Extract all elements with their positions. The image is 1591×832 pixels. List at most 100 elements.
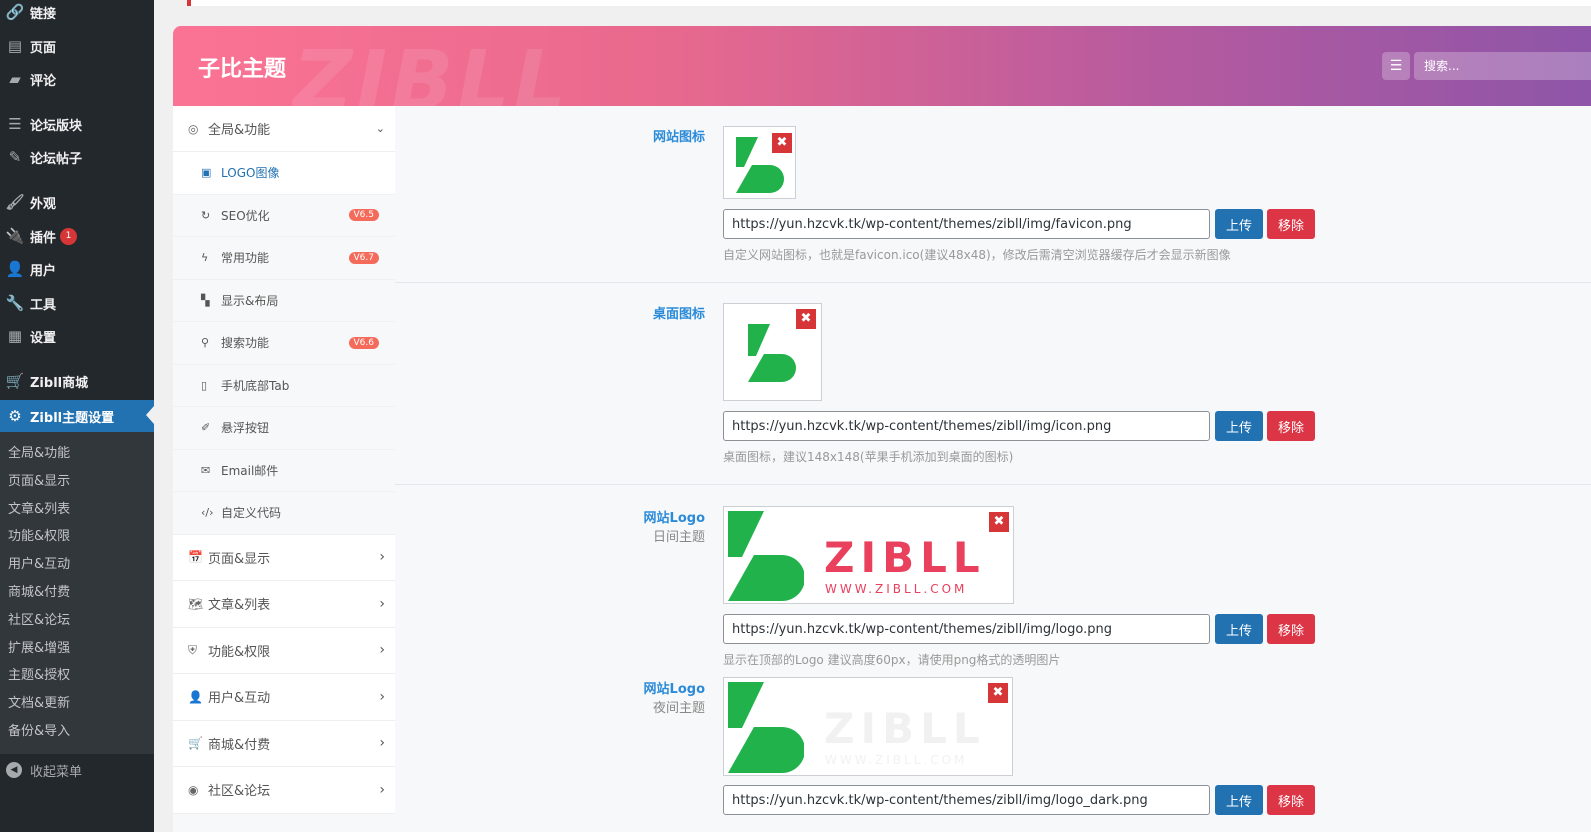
logo-day-upload-button[interactable]: 上传 [1215, 614, 1263, 644]
submenu-item[interactable]: 功能&权限 [0, 523, 154, 551]
submenu-item[interactable]: 主题&授权 [0, 662, 154, 690]
icon-upload-button[interactable]: 上传 [1215, 411, 1263, 441]
logo-day-field-title: 网站Logo [643, 511, 705, 526]
link-icon: 🔗 [5, 3, 25, 21]
nav-sub-label: 自定义代码 [221, 506, 282, 521]
field-divider [395, 282, 1591, 283]
expand-all-button[interactable]: ☰ [1382, 52, 1410, 80]
version-badge: V6.5 [348, 209, 379, 222]
nav-section-item[interactable]: 🗺 文章&列表 › [173, 581, 395, 628]
logo-day-remove-button[interactable]: 移除 [1267, 614, 1315, 644]
compass-icon: ◉ [188, 782, 199, 797]
submenu-item[interactable]: 备份&导入 [0, 718, 154, 746]
logo-night-remove-button[interactable]: 移除 [1267, 785, 1315, 815]
menu-pages[interactable]: ▤ 页面 [0, 31, 154, 61]
menu-forum-boards[interactable]: ☰ 论坛版块 [0, 109, 154, 139]
menu-theme-settings[interactable]: ⚙ Zibll主题设置 [0, 400, 154, 432]
seo-icon: ↻ [201, 208, 211, 222]
favicon-preview: ✖ [723, 126, 796, 199]
code-icon: ‹/› [201, 506, 214, 520]
nav-sub-item[interactable]: ▚ 显示&布局 [173, 279, 395, 322]
version-badge: V6.6 [348, 336, 379, 349]
nav-sub-item[interactable]: ▯ 手机底部Tab [173, 364, 395, 407]
favicon-remove-button[interactable]: 移除 [1267, 209, 1315, 239]
header-watermark: ZIBLL [293, 34, 570, 106]
nav-sub-label: LOGO图像 [221, 166, 280, 181]
menu-links[interactable]: 🔗 链接 [0, 0, 154, 27]
chevron-right-icon: › [379, 595, 385, 612]
collapse-arrow-icon: ◀ [6, 762, 22, 778]
logo-day-url-input[interactable] [723, 614, 1210, 644]
submenu-item[interactable]: 商城&付费 [0, 579, 154, 607]
icon-remove-button[interactable]: 移除 [1267, 411, 1315, 441]
nav-section-item[interactable]: 👤 用户&互动 › [173, 674, 395, 721]
nav-sub-item[interactable]: ✉ Email邮件 [173, 449, 395, 492]
nav-section-label: 页面&显示 [208, 551, 271, 567]
nav-section-item[interactable]: 📅 页面&显示 › [173, 534, 395, 581]
menu-shop[interactable]: 🛒 Zibll商城 [0, 366, 154, 396]
favicon-remove-icon[interactable]: ✖ [772, 133, 792, 153]
chevron-right-icon: › [379, 735, 385, 752]
menu-settings[interactable]: ▦ 设置 [0, 321, 154, 351]
forum-icon: ✎ [8, 148, 22, 166]
submenu-item[interactable]: 扩展&增强 [0, 635, 154, 663]
bolt-icon: ϟ [201, 251, 209, 265]
nav-section-label: 社区&论坛 [208, 784, 271, 800]
gear-icon: ⚙ [8, 407, 22, 425]
options-search-input[interactable] [1414, 52, 1591, 80]
logo-day-remove-icon[interactable]: ✖ [989, 512, 1009, 532]
favicon-upload-button[interactable]: 上传 [1215, 209, 1263, 239]
submenu-item[interactable]: 用户&互动 [0, 551, 154, 579]
nav-sub-item[interactable]: ▣ LOGO图像 [173, 152, 395, 195]
nav-sub-item[interactable]: ‹/› 自定义代码 [173, 492, 395, 535]
menu-users[interactable]: 👤 用户 [0, 254, 154, 284]
options-panel-header: ZIBLL 子比主题 ☰ [173, 26, 1591, 106]
nav-section-global[interactable]: ◎ 全局&功能 ⌄ [173, 106, 395, 152]
logo-domain: WWW.ZIBLL.COM [825, 753, 968, 767]
logo-night-upload-button[interactable]: 上传 [1215, 785, 1263, 815]
icon-remove-icon[interactable]: ✖ [796, 309, 816, 329]
nav-section-label: 商城&付费 [208, 737, 271, 753]
chevron-right-icon: › [379, 549, 385, 566]
menu-plugins[interactable]: 🔌 插件 1 [0, 221, 154, 251]
nav-sub-item[interactable]: ϟ 常用功能 V6.7 [173, 237, 395, 280]
cart-icon: 🛒 [188, 736, 203, 751]
plugin-icon: 🔌 [5, 227, 25, 245]
nav-section-item[interactable]: ⛨ 功能&权限 › [173, 627, 395, 674]
nav-section-item[interactable]: 🛒 商城&付费 › [173, 720, 395, 767]
theme-settings-submenu: 全局&功能 页面&显示 文章&列表 功能&权限 用户&互动 商城&付费 社区&论坛 扩展&增强… [0, 432, 154, 754]
logo-night-field-title: 网站Logo [643, 682, 705, 697]
zibll-b-logo-icon [728, 511, 804, 601]
submenu-item[interactable]: 文章&列表 [0, 496, 154, 524]
logo-night-url-input[interactable] [723, 785, 1210, 815]
chevron-right-icon: › [379, 642, 385, 659]
nav-section-item[interactable]: ◉ 社区&论坛 › [173, 767, 395, 814]
submenu-item[interactable]: 页面&显示 [0, 468, 154, 496]
logo-night-remove-icon[interactable]: ✖ [988, 683, 1008, 703]
submenu-item[interactable]: 文档&更新 [0, 690, 154, 718]
submenu-item[interactable]: 全局&功能 [0, 440, 154, 468]
menu-appearance[interactable]: 🖌 外观 [0, 187, 154, 217]
logo-day-field-subtitle: 日间主题 [652, 530, 705, 545]
menu-tools[interactable]: 🔧 工具 [0, 288, 154, 318]
nav-sub-label: 常用功能 [221, 251, 270, 266]
logo-wordmark: ZIBLL [824, 704, 986, 753]
logo-day-help-text: 显示在顶部的Logo 建议高度60px，请使用png格式的透明图片 [723, 653, 1061, 667]
version-badge: V6.7 [348, 251, 379, 264]
nav-sub-item[interactable]: ⚲ 搜索功能 V6.6 [173, 322, 395, 365]
admin-notice-strip [187, 0, 1591, 6]
favicon-url-input[interactable] [723, 209, 1210, 239]
icon-url-input[interactable] [723, 411, 1210, 441]
comment-icon: ▰ [9, 70, 21, 88]
nav-sub-label: 显示&布局 [221, 293, 279, 308]
field-divider [395, 484, 1591, 485]
nav-sub-item[interactable]: ↻ SEO优化 V6.5 [173, 194, 395, 237]
collapse-menu-button[interactable]: ◀ 收起菜单 [0, 756, 154, 784]
menu-comments[interactable]: ▰ 评论 [0, 64, 154, 94]
logo-wordmark: ZIBLL [824, 533, 986, 582]
submenu-item[interactable]: 社区&论坛 [0, 607, 154, 635]
menu-forum-posts[interactable]: ✎ 论坛帖子 [0, 142, 154, 172]
options-nav: ◎ 全局&功能 ⌄ ▣ LOGO图像 ↻ SEO优化 V6.5 ϟ 常用功能 V6.7 ▚ 显示&… [173, 106, 395, 832]
mobile-icon: ▯ [201, 378, 208, 392]
nav-sub-item[interactable]: ✐ 悬浮按钮 [173, 407, 395, 450]
